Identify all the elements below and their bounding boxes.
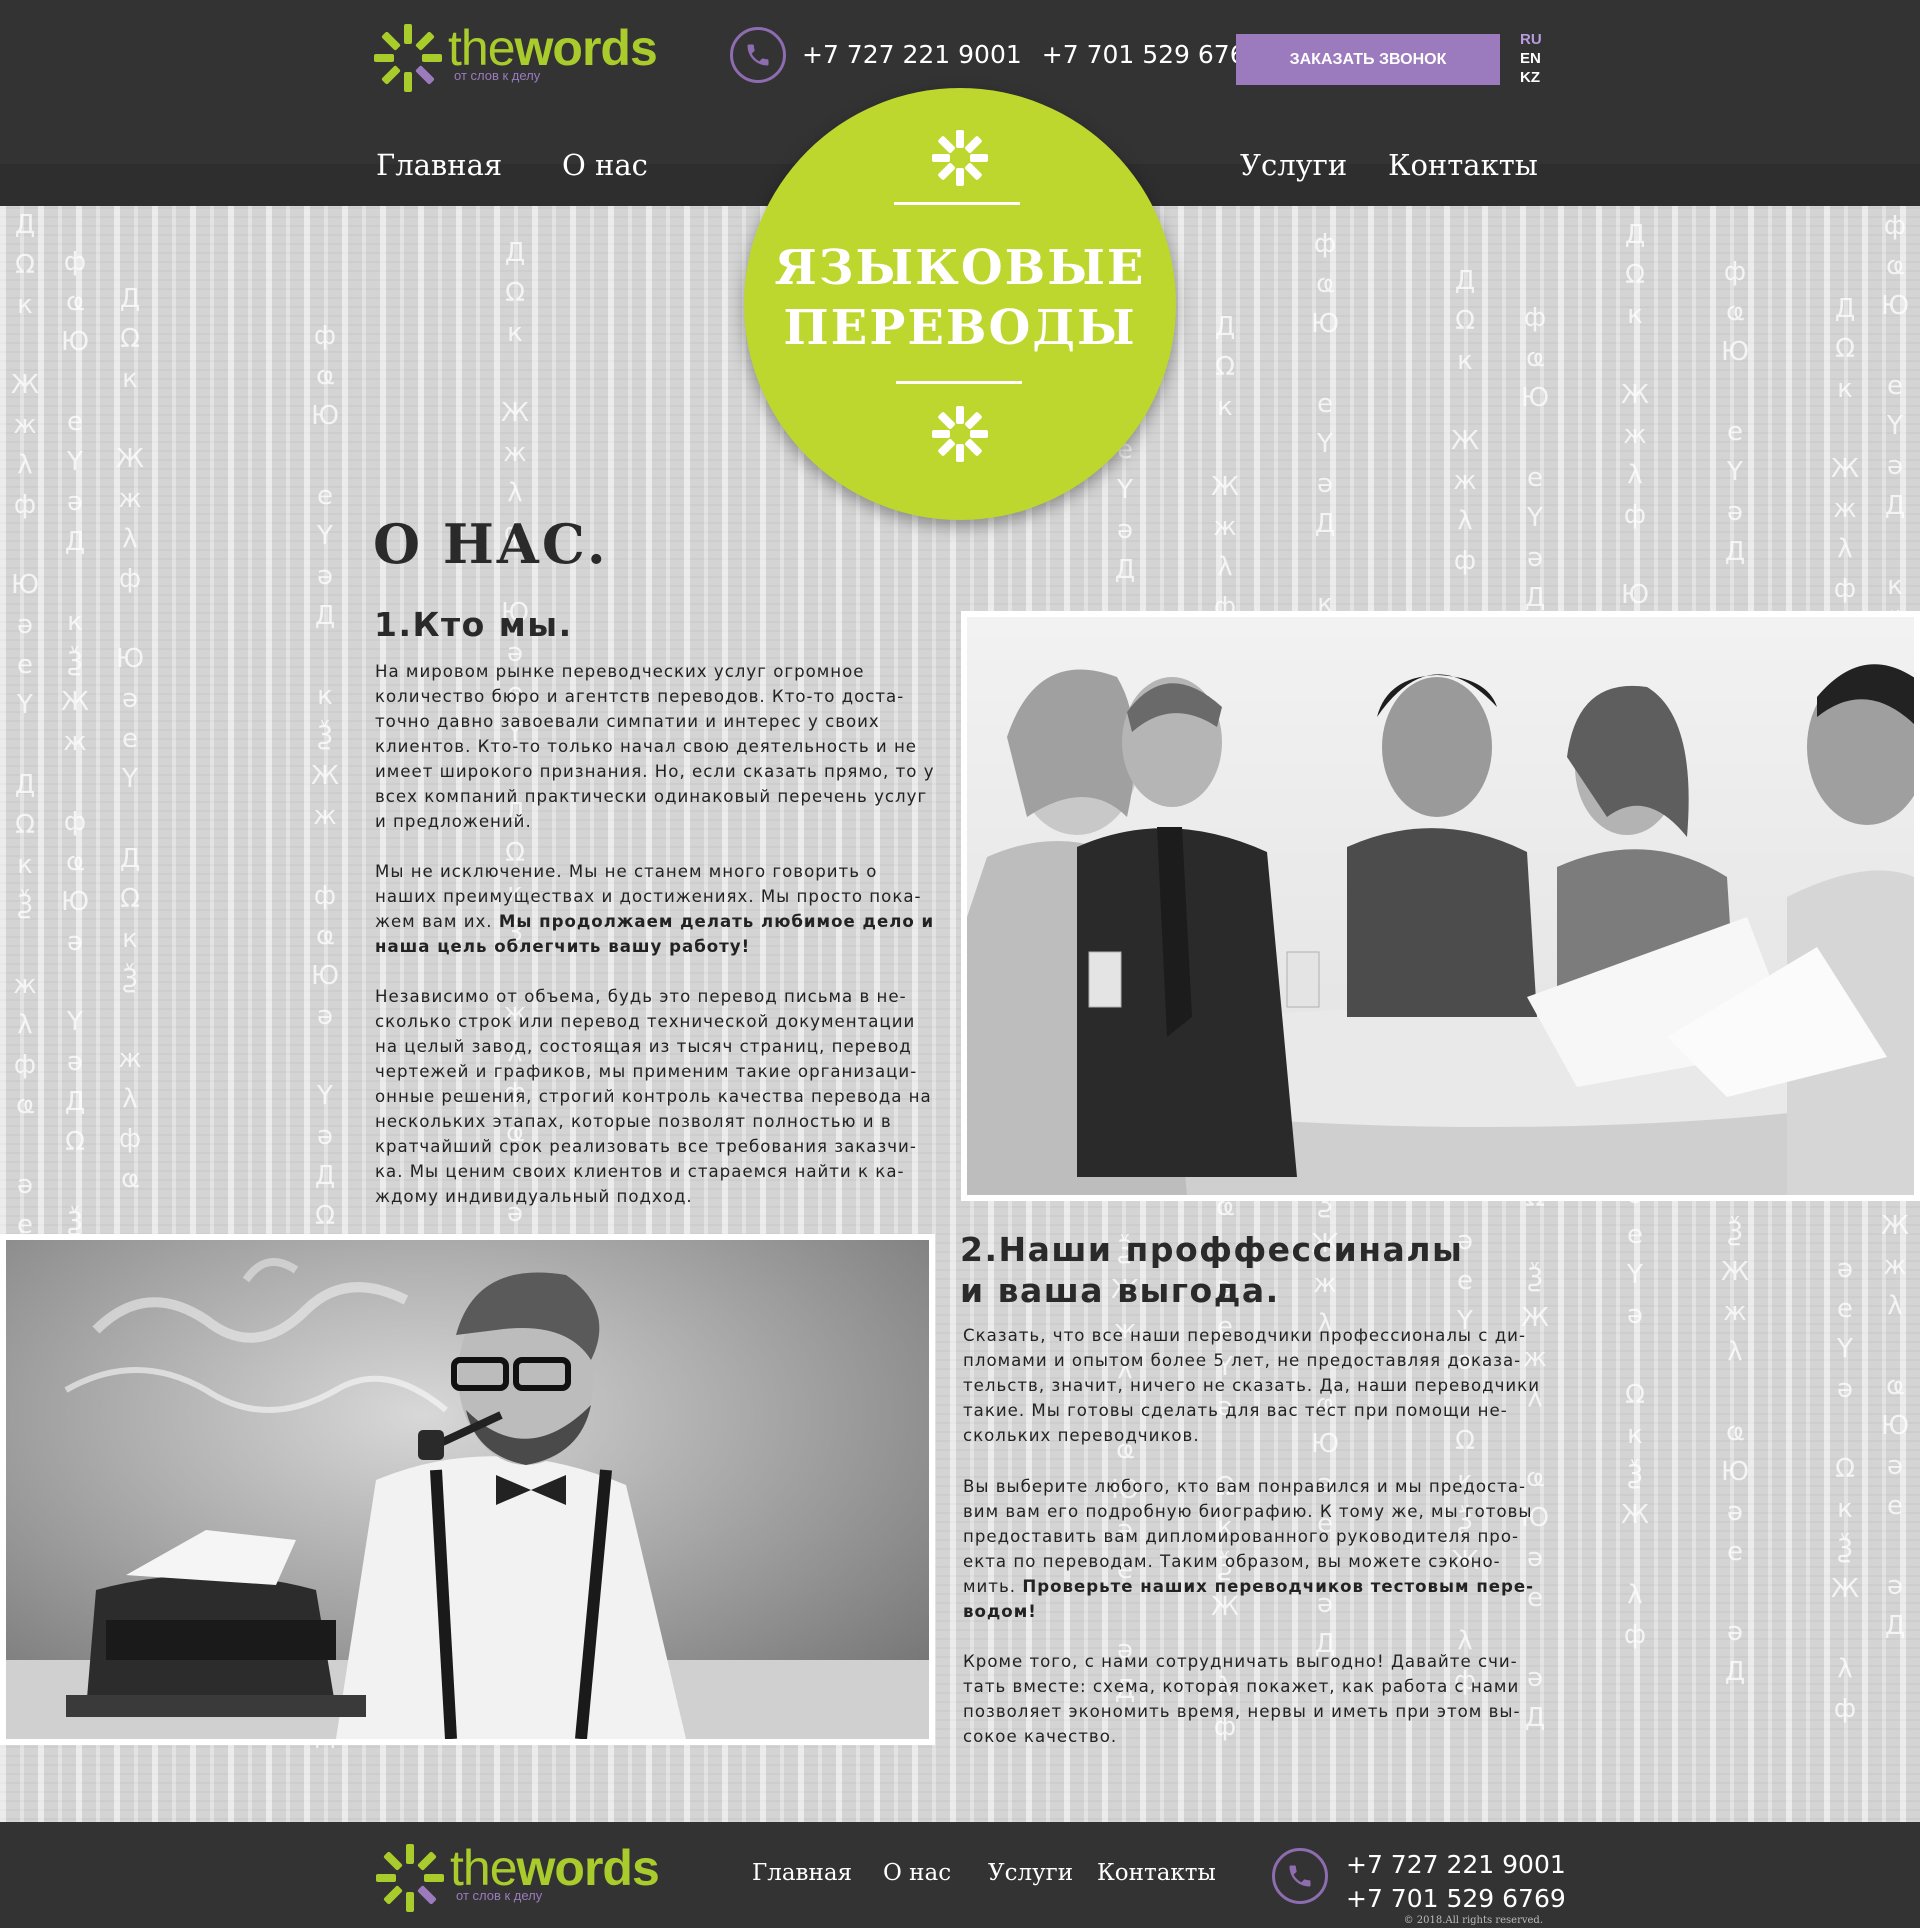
badge-title: ЯЗЫКОВЫЕ ПЕРЕВОДЫ bbox=[744, 238, 1176, 358]
section2-paragraph-2: Вы выберите любого, кто вам понравился и… bbox=[963, 1474, 1553, 1624]
about-heading: О НАС. bbox=[373, 512, 608, 576]
language-switcher: RU EN KZ bbox=[1520, 30, 1542, 87]
nav-home[interactable]: Главная bbox=[376, 148, 502, 182]
lang-ru[interactable]: RU bbox=[1520, 30, 1542, 49]
footer-phone-1[interactable]: +7 727 221 9001 bbox=[1346, 1848, 1566, 1882]
section2-paragraph-2-bold: Проверьте наших переводчиков тестовым пе… bbox=[963, 1577, 1535, 1621]
typewriter-man-photo bbox=[0, 1234, 935, 1745]
logo-icon bbox=[372, 22, 444, 94]
section2-paragraph-1: Сказать, что все наши переводчики профес… bbox=[963, 1326, 1540, 1445]
section2-title-line-1: 2.Наши проффессиналы bbox=[960, 1230, 1464, 1269]
asterisk-icon bbox=[932, 130, 988, 186]
copyright: © 2018.All rights reserved. bbox=[1403, 1915, 1543, 1926]
hero-badge: ЯЗЫКОВЫЕ ПЕРЕВОДЫ bbox=[744, 88, 1176, 520]
section1-paragraph-3: Независимо от объема, будь это перевод п… bbox=[375, 987, 932, 1206]
nav-contacts[interactable]: Контакты bbox=[1388, 148, 1538, 182]
footer-nav-about[interactable]: О нас bbox=[883, 1860, 951, 1886]
section1-title: 1.Кто мы. bbox=[374, 605, 573, 644]
header-phone-2[interactable]: +7 701 529 6769 bbox=[1042, 40, 1262, 69]
header-phones: +7 727 221 9001 +7 701 529 6769 bbox=[802, 40, 1262, 69]
section1-paragraph-1: На мировом рынке переводческих услуг огр… bbox=[375, 662, 935, 831]
footer-nav-contacts[interactable]: Контакты bbox=[1097, 1860, 1216, 1886]
nav-services[interactable]: Услуги bbox=[1240, 148, 1347, 182]
section2-title-line-2: и ваша выгода. bbox=[960, 1271, 1280, 1310]
footer-nav-services[interactable]: Услуги bbox=[988, 1860, 1073, 1886]
site-footer bbox=[0, 1822, 1920, 1928]
footer-phones: +7 727 221 9001 +7 701 529 6769 bbox=[1346, 1848, 1566, 1916]
header-phone-1[interactable]: +7 727 221 9001 bbox=[802, 40, 1022, 69]
badge-title-line-1: ЯЗЫКОВЫЕ bbox=[774, 240, 1146, 296]
lang-en[interactable]: EN bbox=[1520, 49, 1542, 68]
lang-kz[interactable]: KZ bbox=[1520, 68, 1542, 87]
section1-paragraph-2: Мы не исключение. Мы не станем много гов… bbox=[375, 859, 935, 959]
asterisk-icon bbox=[932, 406, 988, 462]
callback-button[interactable]: ЗАКАЗАТЬ ЗВОНОК bbox=[1236, 34, 1500, 85]
footer-logo[interactable]: thewords от слов к делу bbox=[374, 1842, 660, 1914]
logo-icon bbox=[374, 1842, 446, 1914]
header-logo[interactable]: thewords от слов к делу bbox=[372, 22, 658, 94]
section2-title: 2.Наши проффессиналы и ваша выгода. bbox=[960, 1229, 1463, 1311]
footer-phone-2[interactable]: +7 701 529 6769 bbox=[1346, 1882, 1566, 1916]
team-meeting-photo bbox=[961, 611, 1920, 1201]
phone-icon[interactable] bbox=[730, 27, 786, 83]
badge-divider-top bbox=[894, 202, 1020, 205]
badge-title-line-2: ПЕРЕВОДЫ bbox=[783, 300, 1137, 356]
nav-about[interactable]: О нас bbox=[562, 148, 648, 182]
section2-paragraph-3: Кроме того, с нами сотрудничать выгодно!… bbox=[963, 1652, 1521, 1746]
phone-icon[interactable] bbox=[1272, 1848, 1328, 1904]
badge-divider-bottom bbox=[896, 381, 1022, 384]
footer-nav-home[interactable]: Главная bbox=[752, 1860, 852, 1886]
